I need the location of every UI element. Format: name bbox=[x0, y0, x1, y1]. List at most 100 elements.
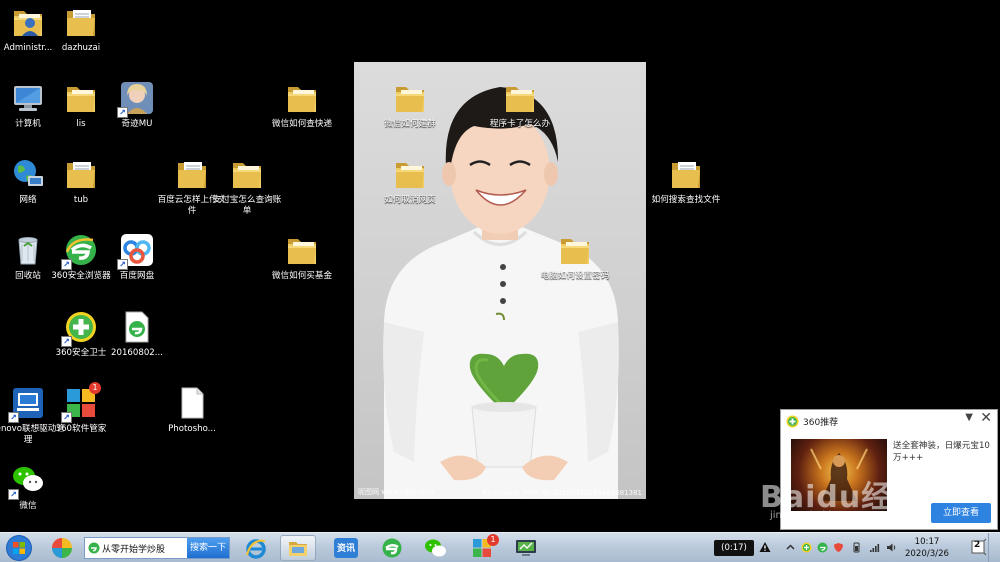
folder-icon bbox=[63, 4, 99, 40]
taskbar-app-zixun[interactable]: 资讯 bbox=[328, 535, 364, 561]
360-browser-icon: ↗ bbox=[61, 232, 99, 270]
folder-icon bbox=[392, 156, 428, 192]
game-ad-thumbnail[interactable] bbox=[791, 439, 887, 511]
internet-explorer-icon bbox=[246, 539, 266, 559]
shield-tray-icon[interactable] bbox=[833, 542, 844, 553]
battery-icon[interactable] bbox=[851, 542, 862, 553]
shortcut-arrow-icon: ↗ bbox=[8, 489, 19, 500]
desktop-icon-photoshop[interactable]: Photosho... bbox=[152, 385, 232, 435]
desktop-icon-label: dazhuzai bbox=[61, 43, 101, 53]
action-center-button[interactable]: 2 bbox=[970, 538, 988, 556]
shortcut-arrow-icon: ↗ bbox=[61, 259, 72, 270]
watermark-nipic: 昵图网 www.nipic.com bbox=[358, 488, 434, 496]
desktop-icon-label: tub bbox=[73, 195, 89, 205]
volume-icon[interactable] bbox=[886, 542, 897, 553]
popup-ad-text[interactable]: 送全套神装，日爆元宝10万+++ bbox=[893, 440, 993, 464]
system-tray: (0:17) 10:17 2020/3/26 2 bbox=[712, 533, 1000, 562]
taskbar-app-360-software-manager[interactable]: 1 bbox=[464, 534, 500, 561]
desktop-icon-alipay-bill[interactable]: 支付宝怎么查询账单 bbox=[207, 156, 287, 217]
view-now-button[interactable]: 立即查看 bbox=[931, 503, 991, 523]
baidu-netdisk-icon: ↗ bbox=[117, 232, 155, 270]
desktop-icon-qiji-mu[interactable]: ↗ 奇迹MU bbox=[97, 80, 177, 130]
start-button[interactable] bbox=[4, 534, 34, 562]
desktop-icon-tub[interactable]: tub bbox=[41, 156, 121, 206]
desktop-icon-baidu-netdisk[interactable]: ↗ 百度网盘 bbox=[97, 232, 177, 282]
shortcut-arrow-icon: ↗ bbox=[61, 412, 72, 423]
folder-icon bbox=[63, 156, 99, 192]
desktop-icon-label: 如何搜索查找文件 bbox=[651, 195, 721, 205]
desktop-icon-wechat-express[interactable]: 微信如何查快递 bbox=[262, 80, 342, 130]
blank-file-icon bbox=[174, 385, 210, 421]
popup-title: 360推荐 bbox=[803, 418, 839, 428]
360-browser-document-icon bbox=[119, 309, 155, 345]
wechat-icon: ↗ bbox=[8, 462, 46, 500]
taskbar-app-wechat[interactable] bbox=[418, 535, 454, 561]
desktop-icon-program-frozen[interactable]: 程序卡了怎么办 bbox=[480, 80, 560, 130]
folder-icon bbox=[174, 156, 210, 192]
desktop-icon-wechat-group[interactable]: 微信如何建群 bbox=[370, 80, 450, 130]
360-safeguard-icon: ↗ bbox=[61, 309, 99, 347]
taskbar-app-ie[interactable] bbox=[238, 535, 274, 561]
popup-close-icon[interactable]: ✕ bbox=[980, 410, 992, 426]
popup-menu-icon[interactable]: ▼ bbox=[965, 412, 973, 423]
tray-expand-icon[interactable] bbox=[785, 542, 796, 553]
folder-icon bbox=[668, 156, 704, 192]
clock-time: 10:17 bbox=[914, 537, 940, 547]
warning-icon[interactable] bbox=[759, 541, 771, 553]
popup-header: 360推荐 ▼ ✕ bbox=[781, 410, 997, 432]
taskbar: 搜索一下 资讯 1 (0:17) 10:17 2020/3/26 bbox=[0, 532, 1000, 562]
taskbar-app-game-ball[interactable] bbox=[44, 535, 80, 561]
360-recommendation-popup[interactable]: 360推荐 ▼ ✕ 送全套神装，日爆元宝10万+++ 立即查看 bbox=[780, 409, 998, 530]
desktop-icon-label: 程序卡了怎么办 bbox=[489, 119, 551, 129]
folder-icon bbox=[392, 80, 428, 116]
clock-date: 2020/3/26 bbox=[904, 549, 950, 559]
shortcut-arrow-icon: ↗ bbox=[117, 259, 128, 270]
360-search-icon bbox=[88, 542, 100, 554]
show-desktop-button[interactable] bbox=[988, 533, 1000, 562]
desktop-icon-label: Photosho... bbox=[168, 424, 216, 434]
network-signal-icon[interactable] bbox=[869, 542, 880, 553]
desktop-icon-label: 微信如何查快递 bbox=[271, 119, 333, 129]
tray-timer[interactable]: (0:17) bbox=[714, 540, 754, 556]
360-safeguard-tray-icon[interactable] bbox=[801, 542, 812, 553]
desktop-icon-dazhuzai[interactable]: dazhuzai bbox=[41, 4, 121, 54]
360-browser-tray-icon[interactable] bbox=[817, 542, 828, 553]
folder-icon bbox=[557, 232, 593, 268]
shortcut-arrow-icon: ↗ bbox=[117, 107, 128, 118]
taskbar-app-zixun-label: 资讯 bbox=[336, 544, 355, 554]
360-browser-icon bbox=[382, 538, 402, 558]
desktop[interactable]: 昵图网 www.nipic.com By:Yvonne_HMX No:20150… bbox=[0, 0, 1000, 532]
folder-icon bbox=[502, 80, 538, 116]
desktop-icon-search-files[interactable]: 如何搜索查找文件 bbox=[646, 156, 726, 206]
search-button[interactable]: 搜索一下 bbox=[187, 538, 229, 558]
system-clock[interactable]: 10:17 2020/3/26 bbox=[902, 536, 952, 560]
desktop-icon-wechat[interactable]: ↗ 微信 bbox=[0, 462, 68, 512]
notification-count: 2 bbox=[974, 540, 981, 550]
desktop-icon-360-software-manager[interactable]: 1 ↗ 360软件管家 bbox=[41, 382, 121, 435]
taskbar-app-360-browser[interactable] bbox=[374, 535, 410, 561]
desktop-icon-cancel-webpage[interactable]: 如何取消网页 bbox=[370, 156, 450, 206]
taskbar-app-pc-tool[interactable] bbox=[508, 535, 544, 561]
desktop-icon-20160802[interactable]: 20160802... bbox=[97, 309, 177, 359]
search-input[interactable] bbox=[102, 541, 188, 556]
desktop-icon-label: 20160802... bbox=[111, 348, 163, 358]
notification-badge: 1 bbox=[487, 534, 499, 546]
desktop-icon-label: 微信如何建群 bbox=[384, 119, 436, 129]
file-explorer-icon bbox=[289, 542, 307, 556]
desktop-icon-set-password[interactable]: 电脑如何设置密码 bbox=[535, 232, 615, 282]
multicolor-ball-icon bbox=[52, 538, 72, 558]
360-logo-icon bbox=[786, 415, 799, 428]
game-character-image bbox=[810, 448, 868, 501]
desktop-icon-label: 奇迹MU bbox=[121, 119, 153, 129]
desktop-icon-label: 支付宝怎么查询账单 bbox=[212, 195, 282, 216]
taskbar-app-explorer[interactable] bbox=[280, 535, 316, 561]
folder-icon bbox=[63, 80, 99, 116]
desktop-icon-wechat-fund[interactable]: 微信如何买基金 bbox=[262, 232, 342, 282]
monitor-tool-icon bbox=[516, 540, 536, 556]
shortcut-arrow-icon: ↗ bbox=[61, 336, 72, 347]
game-avatar-icon: ↗ bbox=[117, 80, 155, 118]
360-software-manager-icon: 1 ↗ bbox=[61, 382, 101, 423]
shortcut-arrow-icon: ↗ bbox=[8, 412, 19, 423]
folder-icon bbox=[284, 232, 320, 268]
desktop-icon-label: 电脑如何设置密码 bbox=[540, 271, 610, 281]
